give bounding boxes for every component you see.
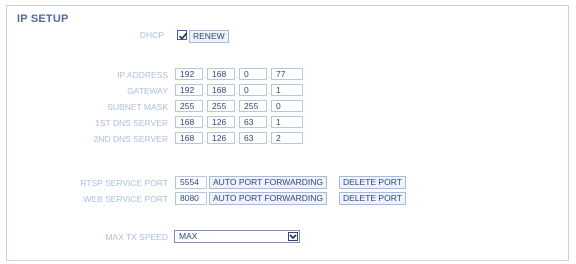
- ip-address-octet-1[interactable]: 192: [175, 68, 203, 80]
- chevron-down-icon[interactable]: [288, 232, 298, 241]
- rtsp-port-label: RTSP SERVICE PORT: [80, 178, 168, 188]
- dns2-label: 2ND DNS SERVER: [93, 134, 168, 144]
- subnet-mask-octet-2[interactable]: 255: [207, 100, 235, 112]
- ip-address-label: IP ADDRESS: [117, 70, 168, 80]
- rtsp-port-input[interactable]: 5554: [175, 176, 207, 189]
- web-port-input[interactable]: 8080: [175, 192, 207, 205]
- max-tx-speed-select[interactable]: MAX: [174, 230, 300, 243]
- gateway-octet-3[interactable]: 0: [239, 84, 267, 96]
- ip-address-octet-3[interactable]: 0: [239, 68, 267, 80]
- ip-address-octet-2[interactable]: 168: [207, 68, 235, 80]
- dns2-octet-4[interactable]: 2: [271, 132, 303, 144]
- dhcp-checkbox[interactable]: [177, 30, 188, 40]
- dns1-label: 1ST DNS SERVER: [95, 118, 168, 128]
- check-icon: [178, 32, 188, 40]
- gateway-octet-2[interactable]: 168: [207, 84, 235, 96]
- dns2-octet-3[interactable]: 63: [239, 132, 267, 144]
- ip-address-octet-4[interactable]: 77: [271, 68, 303, 80]
- subnet-mask-octet-3[interactable]: 255: [239, 100, 267, 112]
- dns1-octet-4[interactable]: 1: [271, 116, 303, 128]
- max-tx-speed-value: MAX: [179, 231, 198, 241]
- rtsp-auto-port-forwarding-button[interactable]: AUTO PORT FORWARDING: [209, 176, 328, 189]
- subnet-mask-octet-4[interactable]: 0: [271, 100, 303, 112]
- dns1-octet-2[interactable]: 126: [207, 116, 235, 128]
- gateway-octet-1[interactable]: 192: [175, 84, 203, 96]
- dns2-octet-2[interactable]: 126: [207, 132, 235, 144]
- subnet-mask-octet-1[interactable]: 255: [175, 100, 203, 112]
- dns1-octet-3[interactable]: 63: [239, 116, 267, 128]
- rtsp-delete-port-button[interactable]: DELETE PORT: [339, 176, 406, 189]
- renew-button[interactable]: RENEW: [189, 30, 229, 43]
- web-auto-port-forwarding-button[interactable]: AUTO PORT FORWARDING: [209, 192, 328, 205]
- max-tx-speed-label: MAX TX SPEED: [105, 232, 168, 242]
- subnet-mask-label: SUBNET MASK: [107, 102, 168, 112]
- page-title: IP SETUP: [17, 13, 69, 25]
- web-port-label: WEB SERVICE PORT: [83, 194, 168, 204]
- gateway-label: GATEWAY: [127, 86, 168, 96]
- gateway-octet-4[interactable]: 1: [271, 84, 303, 96]
- dns1-octet-1[interactable]: 168: [175, 116, 203, 128]
- dns2-octet-1[interactable]: 168: [175, 132, 203, 144]
- web-delete-port-button[interactable]: DELETE PORT: [339, 192, 406, 205]
- dhcp-label: DHCP: [139, 30, 164, 40]
